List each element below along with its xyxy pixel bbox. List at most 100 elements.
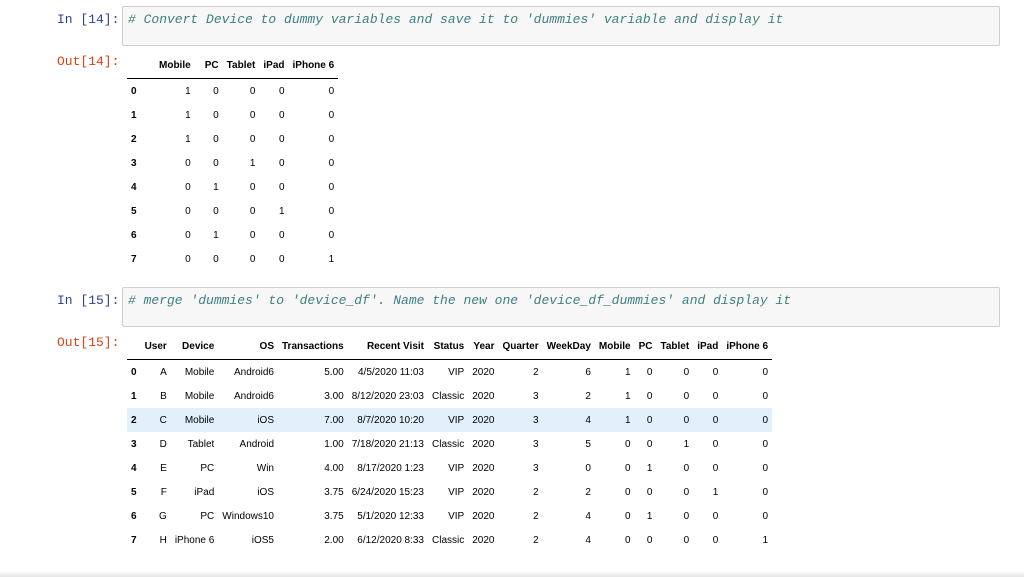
table-cell: 0 bbox=[712, 534, 719, 546]
table-cell: 3 bbox=[533, 462, 539, 474]
column-header: WeekDay bbox=[542, 334, 595, 360]
table-cell: VIP bbox=[448, 414, 465, 426]
table-cell: 1 bbox=[683, 438, 690, 450]
table-cell: 2 bbox=[533, 534, 539, 546]
table-cell: 0 bbox=[762, 462, 769, 474]
table-cell: 0 bbox=[249, 109, 256, 121]
table-cell: 0 bbox=[328, 85, 335, 97]
table-cell: 2020 bbox=[472, 390, 495, 402]
table-cell: Mobile bbox=[184, 414, 215, 426]
table-cell: 8/12/2020 23:03 bbox=[351, 390, 424, 402]
table-cell: 2020 bbox=[472, 534, 495, 546]
table-cell: 0 bbox=[683, 486, 690, 498]
row-index: 5 bbox=[131, 205, 137, 217]
row-index: 7 bbox=[131, 534, 137, 546]
table-cell: 4.00 bbox=[324, 462, 344, 474]
page-bottom-shadow bbox=[0, 571, 1024, 577]
table-cell: 1 bbox=[646, 510, 653, 522]
table-row: 4 0 1 0 0 0 bbox=[127, 175, 338, 199]
table-cell: 0 bbox=[762, 366, 769, 378]
table-cell: 0 bbox=[712, 438, 719, 450]
code-comment-15: # merge 'dummies' to 'device_df'. Name t… bbox=[128, 293, 792, 308]
table-cell: 2020 bbox=[472, 414, 495, 426]
row-index: 5 bbox=[131, 486, 137, 498]
table-cell: 0 bbox=[213, 109, 219, 121]
table-cell: 0 bbox=[249, 133, 256, 145]
table-cell: 3 bbox=[533, 390, 539, 402]
table-cell: 0 bbox=[683, 414, 690, 426]
table-cell: 0 bbox=[328, 157, 335, 169]
row-index: 1 bbox=[131, 109, 137, 121]
code-cell-14[interactable]: # Convert Device to dummy variables and … bbox=[122, 6, 1000, 46]
table-cell: 0 bbox=[278, 133, 285, 145]
row-index: 3 bbox=[131, 438, 137, 450]
table-cell: 0 bbox=[762, 510, 769, 522]
table-cell: 0 bbox=[278, 229, 285, 241]
table-cell: 6 bbox=[585, 366, 591, 378]
table-cell: 3.75 bbox=[324, 510, 344, 522]
table-cell: 0 bbox=[278, 181, 285, 193]
row-index: 6 bbox=[131, 510, 137, 522]
table-cell: 0 bbox=[712, 414, 719, 426]
table-cell: 0 bbox=[646, 486, 653, 498]
table-cell: B bbox=[160, 390, 167, 402]
table-cell: 1 bbox=[249, 157, 256, 169]
table-cell: 0 bbox=[185, 253, 191, 265]
column-header: Mobile bbox=[594, 334, 635, 360]
table-cell: 8/7/2020 10:20 bbox=[357, 414, 424, 426]
table-cell: G bbox=[159, 510, 167, 522]
column-header: Device bbox=[170, 334, 219, 360]
table-cell: 0 bbox=[712, 462, 719, 474]
table-cell: 0 bbox=[213, 157, 219, 169]
column-header: Tablet bbox=[656, 334, 694, 360]
table-cell: 2 bbox=[533, 486, 539, 498]
row-index: 2 bbox=[131, 414, 137, 426]
table-cell: 0 bbox=[278, 157, 285, 169]
column-header: PC bbox=[194, 53, 223, 79]
table-cell: 1 bbox=[625, 366, 631, 378]
row-index: 0 bbox=[131, 366, 137, 378]
column-header: Year bbox=[468, 334, 499, 360]
header-row: Mobile PC Tablet iPad iPhone 6 bbox=[127, 53, 339, 79]
table-cell: 1 bbox=[213, 181, 219, 193]
column-header: Mobile bbox=[155, 53, 195, 79]
table-cell: VIP bbox=[448, 486, 465, 498]
table-cell: Android6 bbox=[233, 390, 274, 402]
table-cell: 0 bbox=[683, 366, 690, 378]
table-cell: 0 bbox=[762, 486, 769, 498]
table-cell: Tablet bbox=[187, 438, 215, 450]
table-cell: 8/17/2020 1:23 bbox=[357, 462, 424, 474]
row-index: 6 bbox=[131, 229, 137, 241]
table-cell: Mobile bbox=[184, 366, 215, 378]
table-cell: 0 bbox=[328, 109, 335, 121]
table-cell: 0 bbox=[213, 205, 219, 217]
table-cell: 0 bbox=[213, 253, 219, 265]
column-header: PC bbox=[634, 334, 657, 360]
table-cell: 0 bbox=[213, 133, 219, 145]
table-cell: 0 bbox=[328, 229, 335, 241]
table-cell: A bbox=[160, 366, 167, 378]
table-cell: 0 bbox=[646, 534, 653, 546]
table-row: 0 A Mobile Android6 5.00 4/5/2020 11:03 VIP 202… bbox=[127, 360, 772, 385]
table-cell: Windows10 bbox=[222, 510, 274, 522]
table-cell: 3 bbox=[533, 414, 539, 426]
table-cell: 3.00 bbox=[324, 390, 344, 402]
table-cell: 7.00 bbox=[324, 414, 344, 426]
table-cell: 0 bbox=[625, 438, 631, 450]
table-cell: Android6 bbox=[233, 366, 274, 378]
table-cell: 0 bbox=[683, 462, 690, 474]
table-cell: 0 bbox=[762, 438, 769, 450]
code-cell-15[interactable]: # merge 'dummies' to 'device_df'. Name t… bbox=[122, 287, 1000, 327]
column-header: Status bbox=[428, 334, 469, 360]
table-cell: PC bbox=[200, 462, 215, 474]
table-cell: 0 bbox=[185, 205, 191, 217]
table-cell: 2 bbox=[585, 390, 591, 402]
row-index: 4 bbox=[131, 181, 137, 193]
table-cell: 0 bbox=[278, 109, 285, 121]
table-cell: 0 bbox=[683, 534, 690, 546]
table-cell: 0 bbox=[249, 229, 256, 241]
table-cell: 0 bbox=[328, 205, 335, 217]
table-cell: VIP bbox=[448, 366, 465, 378]
table-cell: 6/24/2020 15:23 bbox=[351, 486, 424, 498]
table-cell: 1 bbox=[278, 205, 285, 217]
